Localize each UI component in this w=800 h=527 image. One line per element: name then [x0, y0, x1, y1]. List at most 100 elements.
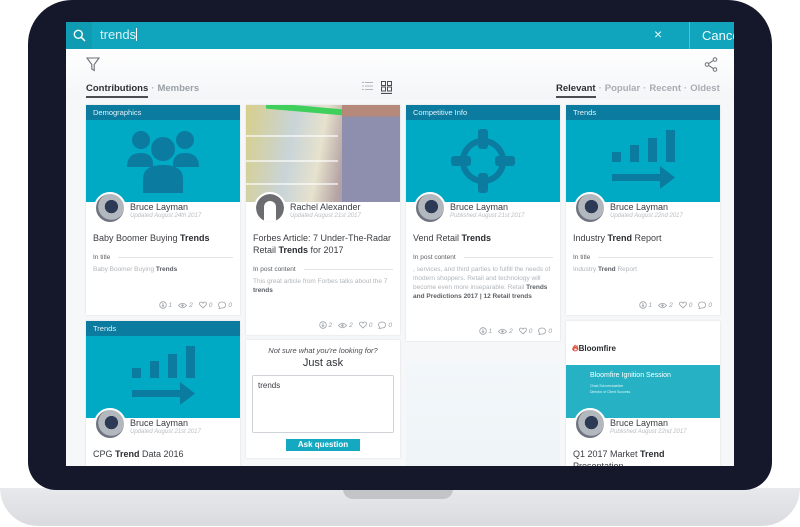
card-title[interactable]: Industry Trend Report [566, 232, 720, 244]
title-text: for 2017 [308, 245, 344, 255]
views-stat: 2 [338, 322, 353, 329]
result-card[interactable]: Demographics Bruce Layman Updated August… [86, 105, 240, 315]
filter-icon[interactable] [86, 57, 100, 72]
title-highlight: Trends [278, 245, 309, 255]
match-text: This great article from Forbes talks abo… [253, 278, 388, 285]
download-icon [478, 327, 487, 335]
heart-icon [518, 327, 527, 335]
result-card[interactable]: Rachel Alexander Updated August 21st 201… [246, 105, 400, 335]
card-author: Bruce Layman Published August 21st 2017 [406, 192, 560, 232]
sort-relevant[interactable]: Relevant [556, 83, 596, 98]
author-name[interactable]: Bruce Layman [610, 418, 668, 428]
shelf [246, 183, 339, 185]
separator: · [643, 83, 647, 94]
card-title[interactable]: Baby Boomer Buying Trends [86, 232, 240, 244]
card-stats: 1 2 0 0 [158, 301, 232, 309]
avatar[interactable] [574, 408, 606, 440]
card-title[interactable]: Forbes Article: 7 Under-The-Radar Retail… [246, 232, 400, 256]
card-hero [406, 120, 560, 202]
published-date: Published August 21st 2017 [450, 213, 525, 219]
tab-contributions[interactable]: Contributions [86, 83, 149, 98]
author-name[interactable]: Bruce Layman [610, 202, 668, 212]
grid-view-icon[interactable] [381, 81, 392, 94]
search-icon[interactable] [66, 22, 92, 49]
match-snippet: In title Industry Trend Report [566, 254, 720, 274]
divider [463, 257, 553, 258]
avatar[interactable] [254, 192, 286, 224]
title-highlight: Trends [461, 233, 492, 243]
ask-heading: Just ask [302, 357, 344, 369]
slide-title: Bloomfire Ignition Session [590, 372, 671, 379]
sort-popular[interactable]: Popular [605, 83, 640, 94]
download-icon [638, 301, 647, 309]
question-input[interactable]: trends [252, 375, 394, 433]
author-name[interactable]: Bruce Layman [130, 202, 188, 212]
likes-stat[interactable]: 0 [518, 327, 532, 335]
card-hero [86, 120, 240, 202]
card-hero [566, 120, 720, 202]
match-snippet: In title Baby Boomer Buying Trends [86, 254, 240, 274]
content-tabs: Contributions · Members [86, 83, 199, 98]
clear-search-icon[interactable]: × [654, 26, 662, 42]
card-stats: 1 2 0 0 [638, 301, 712, 309]
match-snippet: In post content This great article from … [246, 266, 400, 295]
card-stats: 1 2 0 0 [478, 327, 552, 335]
result-card[interactable]: Trends Bruce Layman Updated August 22nd … [566, 105, 720, 315]
tab-members[interactable]: Members [157, 83, 199, 94]
updated-date: Updated August 22nd 2017 [610, 213, 683, 219]
search-query-text: trends [100, 27, 137, 42]
card-title[interactable]: CPG Trend Data 2016 [86, 448, 240, 460]
comments-stat[interactable]: 0 [378, 321, 392, 329]
separator: · [151, 83, 155, 94]
author-name[interactable]: Bruce Layman [450, 202, 508, 212]
comments-stat[interactable]: 0 [698, 301, 712, 309]
sort-recent[interactable]: Recent [649, 83, 681, 94]
bloomfire-logo: 🔥︎Bloomfire [572, 343, 616, 353]
avatar[interactable] [94, 192, 126, 224]
card-title[interactable]: Q1 2017 Market Trend Presentation [566, 448, 720, 466]
match-label: In post content [253, 266, 296, 273]
category-label: Trends [86, 321, 240, 336]
likes-stat[interactable]: 0 [678, 301, 692, 309]
result-card[interactable]: Trends Bruce Layman Updated August 21st … [86, 321, 240, 466]
downloads-stat: 2 [318, 321, 332, 329]
sort-oldest[interactable]: Oldest [690, 83, 720, 94]
app-screen: trends × Cancel Contributions·Members Re… [66, 22, 734, 466]
shopper [342, 105, 400, 202]
default-avatar-icon [256, 194, 284, 222]
card-author: Bruce Layman Updated August 24th 2017 [86, 192, 240, 232]
title-text: CPG [93, 449, 116, 459]
views-stat: 2 [178, 302, 193, 309]
avatar[interactable] [94, 408, 126, 440]
title-highlight: Trend [607, 233, 633, 243]
share-icon[interactable] [704, 57, 718, 72]
category-label: Trends [566, 105, 720, 120]
list-view-icon[interactable] [362, 81, 373, 91]
text-caret [136, 28, 138, 41]
comments-stat[interactable]: 0 [538, 327, 552, 335]
title-highlight: Trend [640, 449, 665, 459]
search-input[interactable]: trends [100, 27, 138, 42]
ask-question-button[interactable]: Ask question [286, 439, 360, 451]
cancel-button[interactable]: Cancel [689, 22, 734, 49]
avatar[interactable] [414, 192, 446, 224]
search-bar: trends × Cancel [66, 22, 734, 49]
result-card[interactable]: Competitive Info Bruce Layman Published … [406, 105, 560, 341]
people-group-icon [127, 131, 199, 193]
avatar[interactable] [574, 192, 606, 224]
match-snippet: In post content , services, and third pa… [406, 254, 560, 301]
result-card[interactable]: 🔥︎Bloomfire Bloomfire Ignition Session C… [566, 321, 720, 466]
views-stat: 2 [658, 302, 673, 309]
author-name[interactable]: Bruce Layman [130, 418, 188, 428]
slide-presenter-role: Director of Client Success [590, 390, 631, 394]
author-name[interactable]: Rachel Alexander [290, 202, 361, 212]
comments-stat[interactable]: 0 [218, 301, 232, 309]
heart-icon [358, 321, 367, 329]
view-toggle [362, 81, 392, 94]
match-highlight: trends [253, 287, 273, 294]
likes-stat[interactable]: 0 [198, 301, 212, 309]
results-toolbar: Contributions · Members Relevant · Popular · R… [66, 49, 734, 99]
downloads-stat: 1 [638, 301, 652, 309]
card-title[interactable]: Vend Retail Trends [406, 232, 560, 244]
likes-stat[interactable]: 0 [358, 321, 372, 329]
